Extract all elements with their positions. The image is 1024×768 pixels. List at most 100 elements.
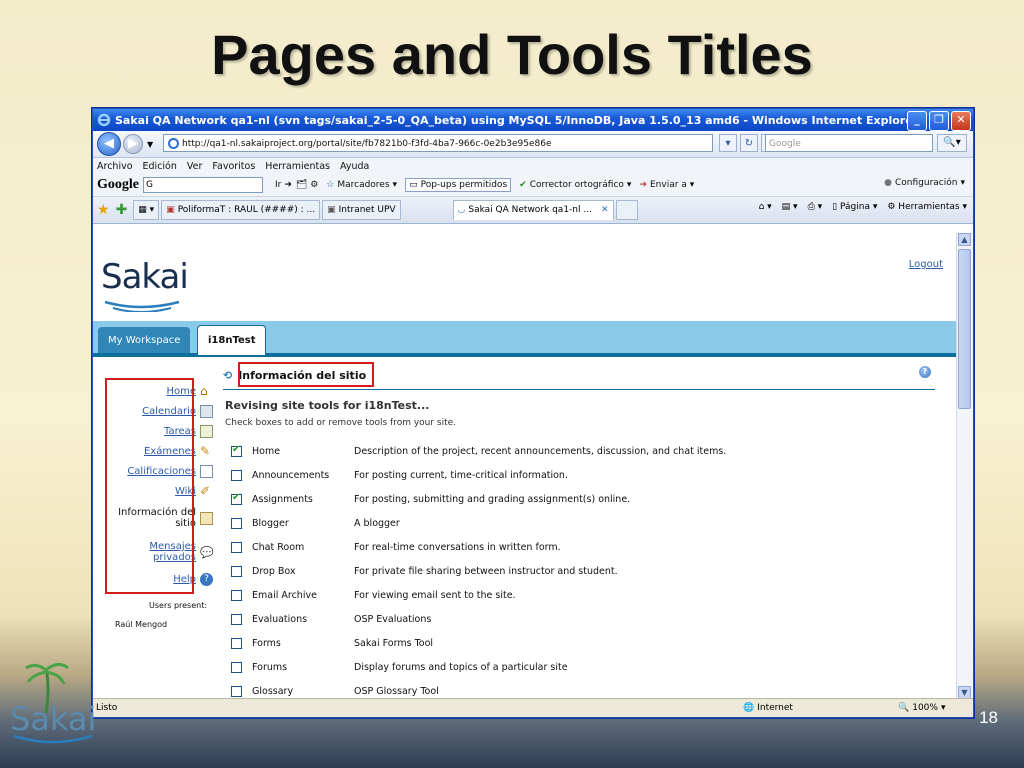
tab-sakai[interactable]: ◡ Sakai QA Network qa1-nl ... ✕ <box>452 200 614 220</box>
maximize-button[interactable]: ❐ <box>929 111 949 131</box>
add-favorite-icon[interactable]: ✚ <box>116 202 128 218</box>
tool-desc: Sakai Forms Tool <box>354 637 434 649</box>
tab-intranet[interactable]: ▣ Intranet UPV <box>322 200 401 220</box>
refresh-button[interactable]: ↻ <box>740 134 758 152</box>
tool-desc: Description of the project, recent annou… <box>354 445 727 457</box>
tool-checkbox[interactable] <box>231 685 242 697</box>
spellcheck-label: Corrector ortográfico <box>529 180 624 190</box>
tab-bar: ★ ✚ ▦ ▾ ▣ PoliformaT : RAUL (####) : ... … <box>93 197 973 224</box>
address-dropdown-button[interactable]: ▾ <box>719 134 737 152</box>
window-titlebar[interactable]: Sakai QA Network qa1-nl (svn tags/sakai_… <box>93 109 973 131</box>
google-toolbar: Google G Ir ➜ 🗂 ⚙ ☆ Marcadores ▾ ▭ Pop-ups … <box>93 174 973 197</box>
ie-icon <box>97 113 111 127</box>
help-icon: ? <box>200 572 213 586</box>
close-tab-icon[interactable]: ✕ <box>601 205 609 215</box>
scroll-up-arrow[interactable]: ▲ <box>958 233 971 246</box>
search-box[interactable]: Google <box>765 134 933 152</box>
tool-name: Drop Box <box>252 565 296 577</box>
send-to-button[interactable]: ➔ Enviar a ▾ <box>639 180 694 190</box>
google-go-label: Ir <box>275 180 282 190</box>
google-go-button[interactable]: Ir ➜ <box>275 180 292 190</box>
forward-button[interactable]: ▶ <box>123 134 143 154</box>
favorites-star-icon[interactable]: ★ <box>97 202 110 218</box>
address-toolbar: ◀ ▶ ▼ http://qa1-nl.sakaiproject.org/por… <box>93 131 973 158</box>
reset-icon[interactable]: ⟲ <box>223 369 232 382</box>
tool-desc: For posting, submitting and grading assi… <box>354 493 631 505</box>
tool-checkbox[interactable] <box>231 492 242 505</box>
tools-menu[interactable]: ⚙ Herramientas ▾ <box>887 202 967 212</box>
tool-row-blogger: Blogger A blogger <box>231 511 931 535</box>
tool-checkbox[interactable] <box>231 565 242 577</box>
feeds-icon[interactable]: ▤ ▾ <box>782 202 798 212</box>
tool-checkbox[interactable] <box>231 541 242 553</box>
settings-button[interactable]: ● Configuración ▾ <box>884 178 965 188</box>
search-placeholder: Google <box>769 139 801 149</box>
bookmarks-button[interactable]: ☆ Marcadores ▾ <box>326 180 397 190</box>
google-search-input[interactable]: G <box>143 177 263 193</box>
menu-edicion[interactable]: Edición <box>143 161 177 172</box>
google-toolbar-icons[interactable]: 🗂 ⚙ <box>296 180 318 190</box>
tool-help-icon[interactable]: ? <box>919 366 931 378</box>
tool-name: Chat Room <box>252 541 305 553</box>
address-bar[interactable]: http://qa1-nl.sakaiproject.org/portal/si… <box>163 134 713 152</box>
quick-tabs-button[interactable]: ▦ ▾ <box>133 200 160 220</box>
minimize-button[interactable]: _ <box>907 111 927 131</box>
zoom-control[interactable]: 🔍 100% ▾ <box>898 703 945 713</box>
menu-archivo[interactable]: Archivo <box>97 161 133 172</box>
users-present-label: Users present: <box>149 601 208 610</box>
settings-label: Configuración <box>895 178 958 188</box>
tool-row-assignments: Assignments For posting, submitting and g… <box>231 487 931 511</box>
tool-desc: For viewing email sent to the site. <box>354 589 516 601</box>
vertical-scrollbar[interactable]: ▲ ▼ <box>956 233 973 699</box>
menu-herramientas[interactable]: Herramientas <box>265 161 330 172</box>
tool-checkbox[interactable] <box>231 613 242 625</box>
siteinfo-icon <box>200 511 213 525</box>
tool-checkbox[interactable] <box>231 444 242 457</box>
new-tab-button[interactable] <box>615 200 638 220</box>
print-icon[interactable]: ⎙ ▾ <box>808 202 823 212</box>
menu-ayuda[interactable]: Ayuda <box>340 161 369 172</box>
scroll-thumb[interactable] <box>958 249 971 409</box>
close-button[interactable]: ✕ <box>951 111 971 131</box>
tool-checkbox[interactable] <box>231 661 242 673</box>
wiki-icon: ✐ <box>200 483 211 498</box>
logout-link[interactable]: Logout <box>909 259 943 270</box>
highlight-box-nav <box>105 378 194 594</box>
settings-icon: ● <box>884 178 892 188</box>
tool-row-announcements: Announcements For posting current, time-c… <box>231 463 931 487</box>
tool-checkbox[interactable] <box>231 517 242 529</box>
popups-button[interactable]: ▭ Pop-ups permitidos <box>405 178 512 192</box>
highlight-box-title <box>238 362 374 387</box>
pencil-icon: ✎ <box>200 443 211 458</box>
page-menu[interactable]: ▯ Página ▾ <box>832 202 877 212</box>
send-icon: ➔ <box>639 180 647 190</box>
tab-my-workspace[interactable]: My Workspace <box>98 327 191 353</box>
tab-poliformat[interactable]: ▣ PoliformaT : RAUL (####) : ... <box>161 200 321 220</box>
user-present: Raúl Mengod <box>115 620 168 629</box>
search-button[interactable]: 🔍▾ <box>937 134 967 152</box>
tab-label: Intranet UPV <box>338 205 396 215</box>
tool-checkbox[interactable] <box>231 637 242 649</box>
menu-favoritos[interactable]: Favoritos <box>212 161 255 172</box>
tool-desc: For posting current, time-critical infor… <box>354 469 568 481</box>
home-icon[interactable]: ⌂ ▾ <box>759 202 772 212</box>
zoom-label: 100% <box>912 703 938 713</box>
tool-name: Home <box>252 445 281 457</box>
tools-menu-label: Herramientas <box>898 202 960 212</box>
tab-i18ntest[interactable]: i18nTest <box>197 325 267 355</box>
menu-ver[interactable]: Ver <box>187 161 203 172</box>
tool-name: Evaluations <box>252 613 308 625</box>
tool-desc: For private file sharing between instruc… <box>354 565 618 577</box>
back-button[interactable]: ◀ <box>97 132 121 156</box>
tool-desc: A blogger <box>354 517 400 529</box>
history-dropdown-icon[interactable]: ▼ <box>147 140 153 149</box>
bookmarks-label: Marcadores <box>337 180 390 190</box>
tool-checkbox[interactable] <box>231 469 242 481</box>
tool-row-home: Home Description of the project, recent a… <box>231 439 931 463</box>
security-zone[interactable]: 🌐 Internet <box>743 703 793 713</box>
spellcheck-button[interactable]: ✔ Corrector ortográfico ▾ <box>519 180 631 190</box>
page-content: Sakai Logout My Workspace i18nTest Home ⌂… <box>93 233 957 699</box>
tool-checkbox[interactable] <box>231 589 242 601</box>
messages-icon: 💬 <box>200 545 214 559</box>
gradebook-icon <box>200 464 213 478</box>
